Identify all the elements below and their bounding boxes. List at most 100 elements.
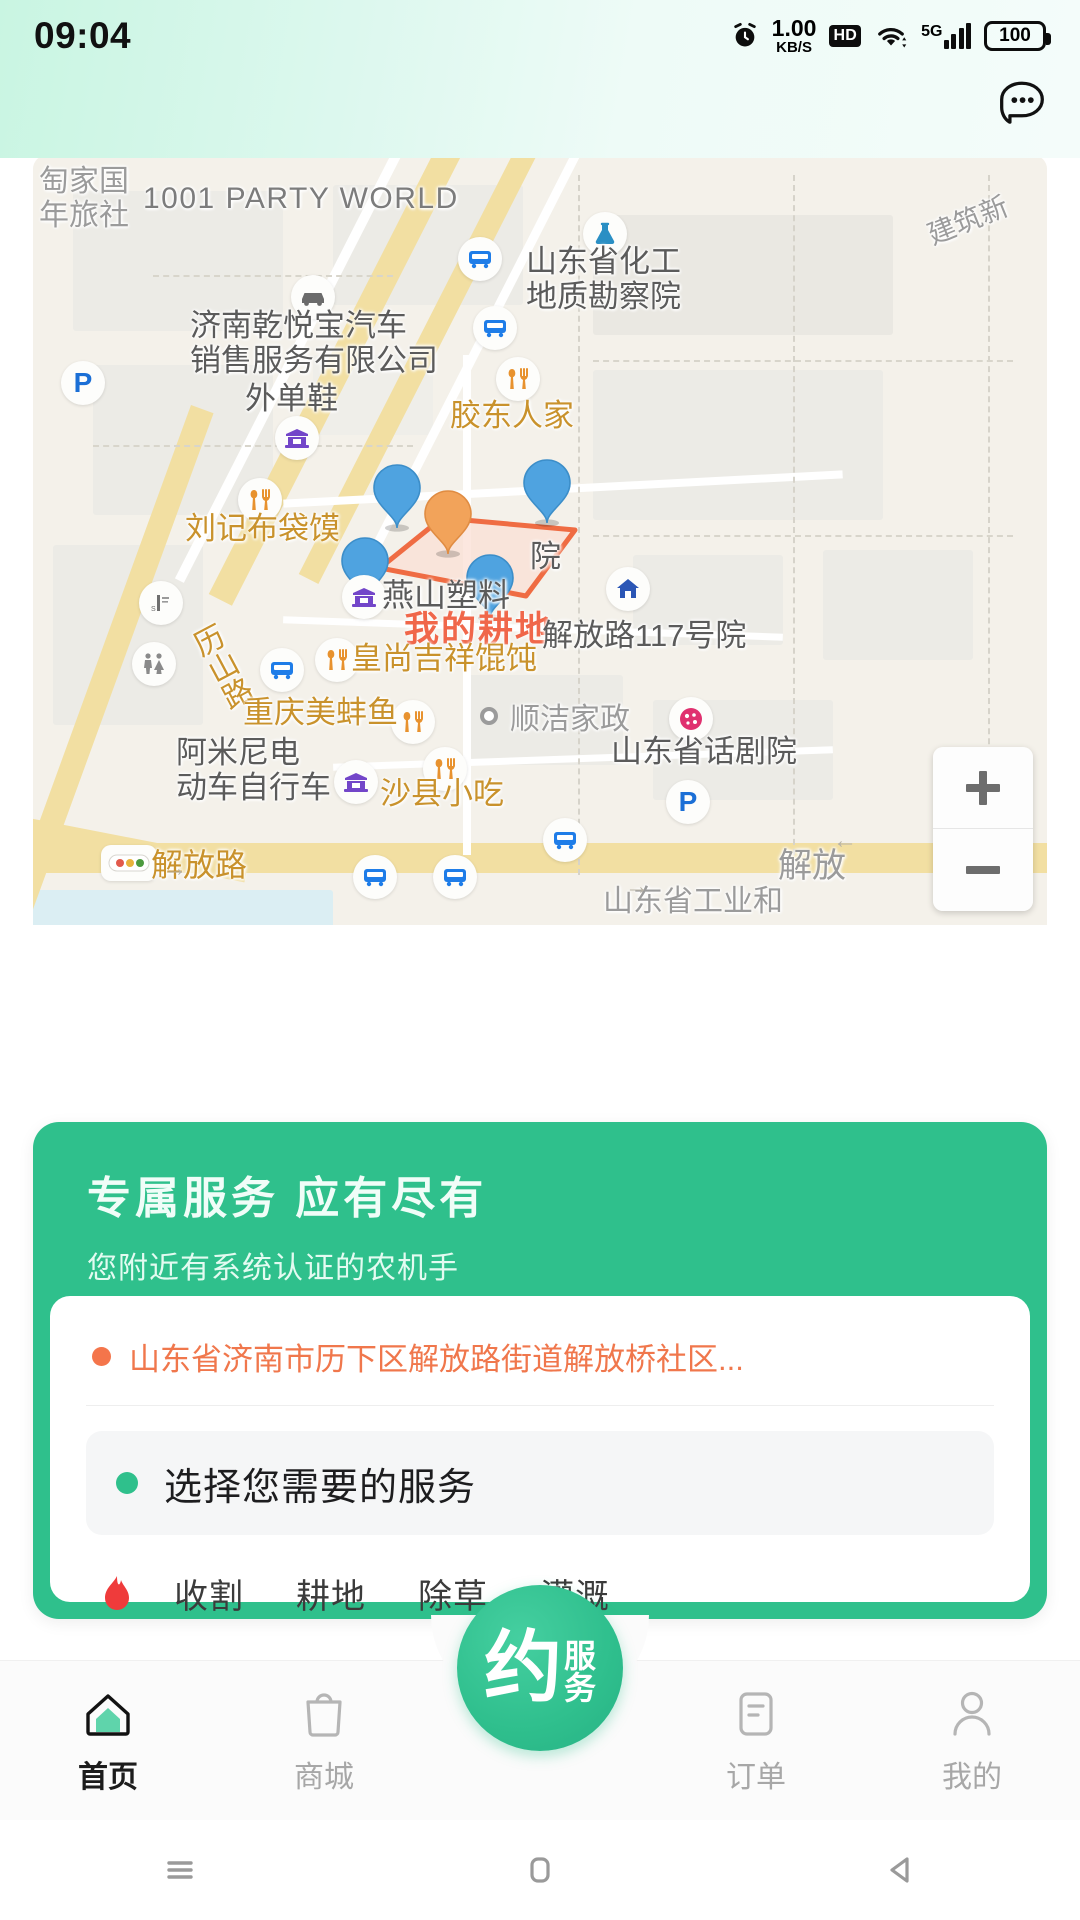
bus-stop-icon [473,306,517,350]
shop-icon [275,416,319,460]
book-service-fab-button[interactable]: 约 服 务 [457,1585,623,1751]
map-boundary [93,445,413,447]
network-type-label: 5G [921,23,943,40]
home-icon [82,1687,134,1741]
shopping-bag-icon [300,1687,348,1741]
farm-center-marker[interactable] [421,486,475,558]
service-chip-gengdi[interactable]: 耕地 [270,1569,392,1618]
nav-item-mall[interactable]: 商城 [216,1661,432,1821]
zoom-in-button[interactable] [933,747,1033,829]
battery-level-label: 100 [999,25,1031,46]
bus-stop-icon [433,855,477,899]
map-label: 刘记布袋馍 [185,511,340,546]
order-list-icon [734,1687,778,1741]
select-dot-icon [116,1472,138,1494]
map-boundary [593,360,1013,362]
map-canvas[interactable]: 我的耕地 P P S 匋家国 年旅社 1001 PARTY WORLD 建筑新 … [33,155,1047,925]
map-water [33,890,333,925]
generic-poi-dot-icon [480,707,498,725]
map-zoom-controls[interactable] [933,747,1033,911]
address-text: 山东省济南市历下区解放路街道解放桥社区... [129,1342,744,1377]
service-card: 专属服务 应有尽有 您附近有系统认证的农机手 山东省济南市历下区解放路街道解放桥… [33,1122,1047,1619]
map-label: 燕山塑料 [382,577,511,613]
recents-menu-icon[interactable] [120,1820,240,1920]
location-dot-icon [92,1347,111,1366]
service-select-field[interactable]: 选择您需要的服务 [86,1431,994,1535]
shop-icon [342,575,386,619]
farm-corner-marker-nw[interactable] [370,460,424,532]
svg-text:S: S [151,606,156,613]
shop-icon [334,760,378,804]
fab-sub-chars: 服 务 [564,1632,596,1704]
map-block [823,550,973,660]
bottom-nav-bar: 首页 商城 订单 我的 约 服 务 [0,1585,1080,1821]
map-label: 重庆美蚌鱼 [243,695,398,730]
farm-corner-marker-ne[interactable] [520,455,574,527]
traffic-light-icon [101,845,157,881]
alarm-clock-icon [731,22,759,50]
service-card-title: 专属服务 应有尽有 [87,1174,488,1223]
status-bar: 09:04 1.00 KB/S HD 5G 100 [0,0,1080,72]
map-label: 阿米尼电 动车自行车 [176,735,331,805]
service-card-header: 专属服务 应有尽有 您附近有系统认证的农机手 [33,1122,1047,1287]
nav-label-profile: 我的 [942,1761,1002,1794]
nav-item-home[interactable]: 首页 [0,1661,216,1821]
signal-bars [943,23,971,49]
bus-stop-icon [260,648,304,692]
map-block [593,370,883,520]
back-triangle-icon[interactable] [840,1820,960,1920]
zoom-out-button[interactable] [933,829,1033,911]
map-label: 1001 PARTY WORLD [143,182,459,215]
map-label: 院 [530,539,561,574]
app-header: 09:04 1.00 KB/S HD 5G 100 [0,0,1080,158]
nav-item-orders[interactable]: 订单 [648,1661,864,1821]
map-boundary [153,275,393,277]
service-select-placeholder: 选择您需要的服务 [164,1466,477,1509]
map-panel[interactable]: 我的耕地 P P S 匋家国 年旅社 1001 PARTY WORLD 建筑新 … [33,155,1047,925]
map-direction-arrow-icon: → [163,855,187,882]
map-label: 匋家国 年旅社 [39,165,129,232]
map-boundary [793,175,799,875]
parking-icon: P [666,780,710,824]
map-label: 山东省话剧院 [611,734,797,769]
fab-main-char: 约 [483,1622,562,1713]
android-navigation-bar [0,1820,1080,1920]
restaurant-icon [496,357,540,401]
home-icon [606,567,650,611]
nav-label-home: 首页 [78,1761,138,1794]
user-profile-icon [948,1687,996,1741]
bus-stop-icon [543,818,587,862]
restroom-icon [132,642,176,686]
address-row[interactable]: 山东省济南市历下区解放路街道解放桥社区... [86,1326,994,1406]
map-boundary [593,535,1013,537]
map-label: 解放路117号院 [542,618,747,653]
fab-sub-bottom: 务 [564,1670,597,1706]
service-card-subtitle: 您附近有系统认证的农机手 [87,1252,459,1285]
service-card-body: 山东省济南市历下区解放路街道解放桥社区... 选择您需要的服务 收割 耕地 除草… [50,1296,1030,1616]
network-speed-value: 1.00 [771,15,817,41]
status-bar-time: 09:04 [34,15,132,56]
nav-label-orders: 订单 [726,1761,786,1794]
chat-bubble-icon[interactable] [994,76,1050,128]
nav-label-mall: 商城 [294,1761,354,1794]
hd-badge-icon: HD [829,25,862,47]
fab-sub-top: 服 [564,1638,597,1674]
service-chip-shouge[interactable]: 收割 [148,1569,270,1618]
battery-icon: 100 [984,21,1051,51]
signal-bars-icon: 5G [921,23,971,49]
network-speed-unit: KB/S [776,39,812,56]
wifi-icon [874,22,908,50]
nav-item-profile[interactable]: 我的 [864,1661,1080,1821]
map-label: 济南乾悦宝汽车 销售服务有限公司 [190,308,438,378]
flame-icon [86,1574,148,1614]
shopping-icon: S [139,581,183,625]
map-label: 山东省化工 地质勘察院 [526,244,681,314]
network-speed-indicator: 1.00 KB/S [771,15,817,56]
map-label: 胶东人家 [450,398,574,433]
home-square-icon[interactable] [480,1820,600,1920]
map-direction-arrow-icon: ← [833,827,857,854]
map-label: 建筑新 [923,190,1013,251]
bus-stop-icon [458,237,502,281]
map-label: 外单鞋 [245,381,338,416]
parking-icon: P [61,361,105,405]
